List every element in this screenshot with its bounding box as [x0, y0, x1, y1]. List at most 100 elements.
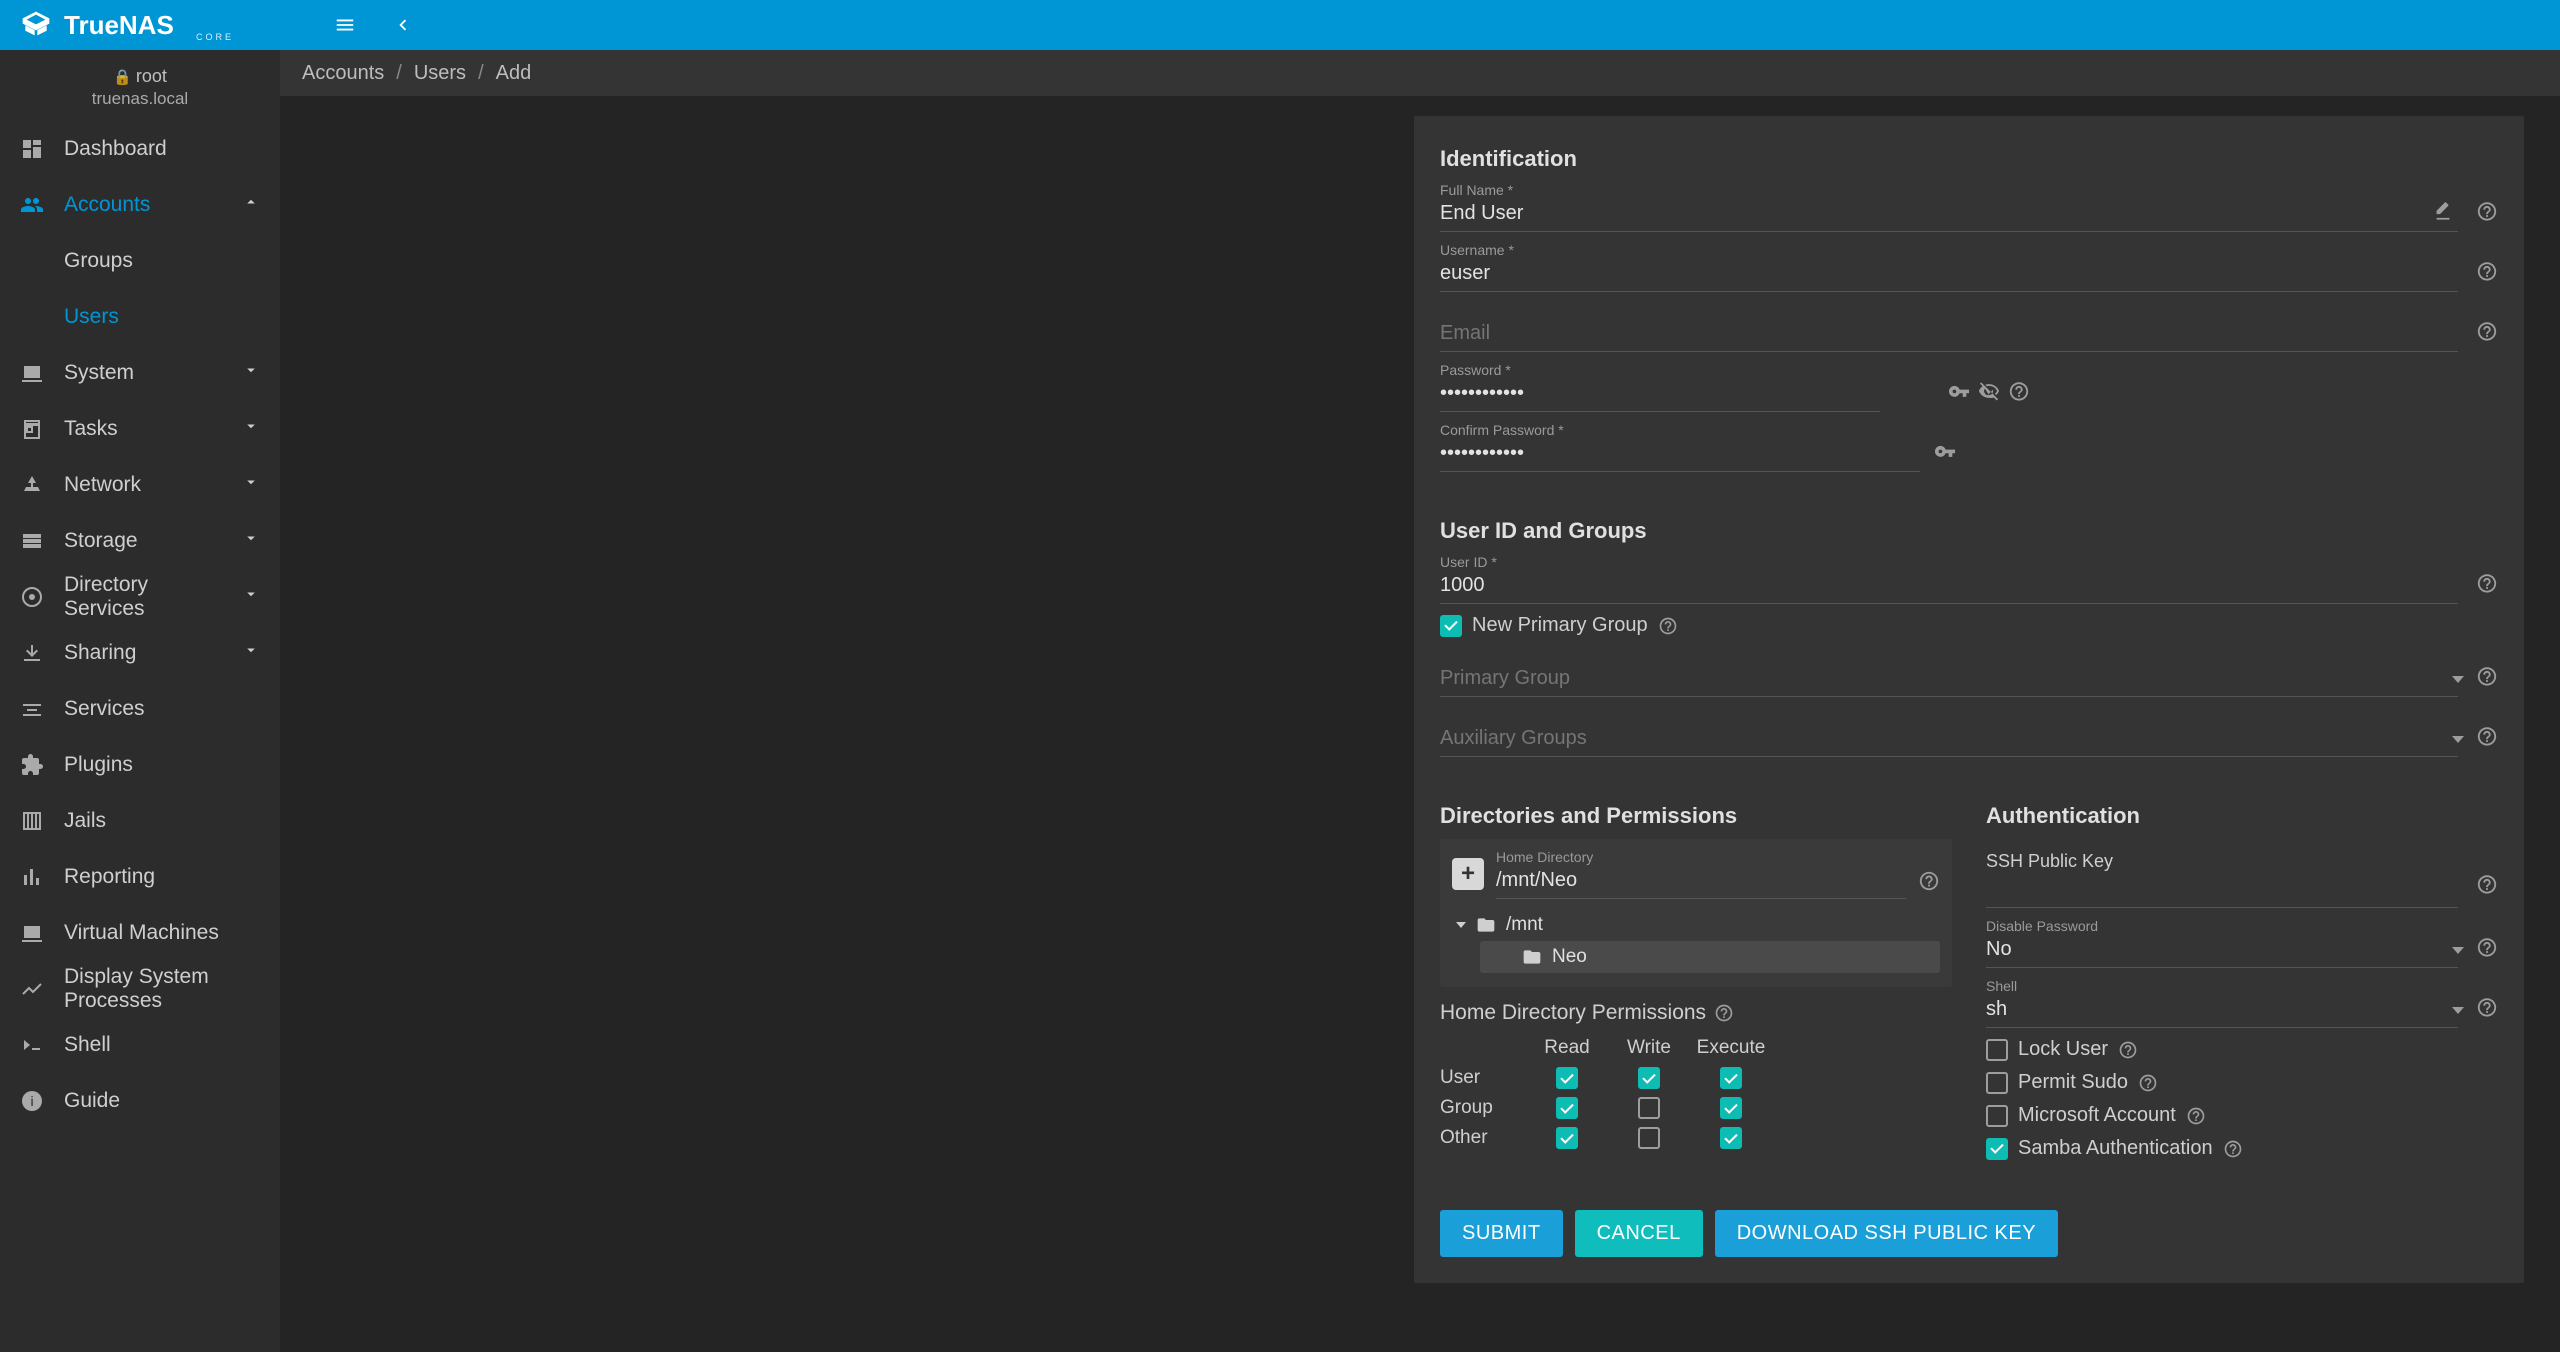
visibility-off-icon[interactable]	[1978, 380, 2000, 402]
chevron-down-icon[interactable]	[2452, 736, 2464, 743]
lock-user-checkbox[interactable]	[1986, 1039, 2008, 1061]
perm-user-read[interactable]	[1556, 1067, 1578, 1089]
sidebar-item-sharing[interactable]: Sharing	[0, 625, 280, 681]
perm-user-write[interactable]	[1638, 1067, 1660, 1089]
sidebar-item-label: Users	[64, 305, 119, 329]
help-icon[interactable]	[2476, 320, 2498, 342]
crumb-sep: /	[478, 62, 484, 85]
chevron-down-icon[interactable]	[2452, 1007, 2464, 1014]
sidebar-item-shell[interactable]: Shell	[0, 1017, 280, 1073]
aux-groups-select[interactable]	[1440, 725, 2458, 757]
sidebar-item-tasks[interactable]: Tasks	[0, 401, 280, 457]
ms-account-checkbox[interactable]	[1986, 1105, 2008, 1127]
sidebar-item-vms[interactable]: Virtual Machines	[0, 905, 280, 961]
tree-caret-icon[interactable]	[1456, 922, 1466, 928]
sidebar-item-services[interactable]: Services	[0, 681, 280, 737]
permit-sudo-label: Permit Sudo	[2018, 1071, 2128, 1094]
help-icon[interactable]	[2008, 380, 2030, 402]
perm-group-write[interactable]	[1638, 1097, 1660, 1119]
help-icon[interactable]	[2476, 665, 2498, 687]
breadcrumb: Accounts / Users / Add	[280, 50, 2560, 96]
sidebar-item-directory-services[interactable]: Directory Services	[0, 569, 280, 625]
help-icon[interactable]	[2476, 572, 2498, 594]
back-icon[interactable]	[388, 10, 418, 40]
full-name-input[interactable]	[1440, 200, 2458, 232]
samba-auth-label: Samba Authentication	[2018, 1137, 2213, 1160]
sidebar-item-jails[interactable]: Jails	[0, 793, 280, 849]
perm-other-exec[interactable]	[1720, 1127, 1742, 1149]
download-ssh-button[interactable]: DOWNLOAD SSH PUBLIC KEY	[1715, 1210, 2058, 1257]
help-icon[interactable]	[2476, 725, 2498, 747]
ssh-label: SSH Public Key	[1986, 851, 2458, 872]
sidebar-item-users[interactable]: Users	[0, 289, 280, 345]
password-label: Password *	[1440, 362, 1880, 378]
new-primary-group-checkbox[interactable]	[1440, 615, 1462, 637]
key-icon[interactable]	[1948, 380, 1970, 402]
create-dir-button[interactable]: +	[1452, 858, 1484, 890]
chevron-down-icon	[242, 417, 260, 441]
sidebar-item-label: Sharing	[64, 641, 136, 665]
sidebar-item-reporting[interactable]: Reporting	[0, 849, 280, 905]
permit-sudo-checkbox[interactable]	[1986, 1072, 2008, 1094]
cancel-button[interactable]: CANCEL	[1575, 1210, 1703, 1257]
help-icon[interactable]	[2476, 200, 2498, 222]
sidebar-item-plugins[interactable]: Plugins	[0, 737, 280, 793]
help-icon[interactable]	[2223, 1139, 2243, 1159]
help-icon[interactable]	[2476, 996, 2498, 1018]
edit-icon[interactable]	[2432, 200, 2454, 222]
username-label: Username *	[1440, 242, 2458, 258]
sidebar-item-guide[interactable]: i Guide	[0, 1073, 280, 1129]
sidebar-item-label: Tasks	[64, 417, 118, 441]
sidebar-item-label: Guide	[64, 1089, 120, 1113]
help-icon[interactable]	[2476, 873, 2498, 895]
disable-password-select[interactable]	[1986, 936, 2458, 968]
perm-user-exec[interactable]	[1720, 1067, 1742, 1089]
crumb-accounts[interactable]: Accounts	[302, 62, 384, 85]
perm-other-write[interactable]	[1638, 1127, 1660, 1149]
brand-edition: CORE	[196, 32, 234, 42]
shell-select[interactable]	[1986, 996, 2458, 1028]
password-input[interactable]	[1440, 380, 1880, 412]
sidebar-item-accounts[interactable]: Accounts	[0, 177, 280, 233]
help-icon[interactable]	[2476, 260, 2498, 282]
sidebar-item-system[interactable]: System	[0, 345, 280, 401]
crumb-users[interactable]: Users	[414, 62, 466, 85]
key-icon[interactable]	[1934, 440, 1956, 462]
help-icon[interactable]	[2138, 1073, 2158, 1093]
section-uid-groups: User ID and Groups	[1440, 518, 2498, 544]
sidebar-item-sysproc[interactable]: Display System Processes	[0, 961, 280, 1017]
username-input[interactable]	[1440, 260, 2458, 292]
perm-group-read[interactable]	[1556, 1097, 1578, 1119]
sidebar-item-network[interactable]: Network	[0, 457, 280, 513]
sidebar-item-storage[interactable]: Storage	[0, 513, 280, 569]
help-icon[interactable]	[1714, 1003, 1734, 1023]
tree-node-mnt[interactable]: /mnt	[1452, 909, 1940, 941]
sidebar-item-groups[interactable]: Groups	[0, 233, 280, 289]
email-input[interactable]	[1440, 320, 2458, 352]
home-dir-input[interactable]	[1496, 867, 1906, 899]
samba-auth-checkbox[interactable]	[1986, 1138, 2008, 1160]
confirm-password-input[interactable]	[1440, 440, 1920, 472]
tree-node-neo[interactable]: Neo	[1480, 941, 1940, 973]
help-icon[interactable]	[1918, 870, 1940, 892]
uid-input[interactable]	[1440, 572, 2458, 604]
perm-row-user: User	[1440, 1067, 1520, 1089]
help-icon[interactable]	[2118, 1040, 2138, 1060]
help-icon[interactable]	[1658, 616, 1678, 636]
chevron-down-icon	[242, 361, 260, 385]
perm-other-read[interactable]	[1556, 1127, 1578, 1149]
submit-button[interactable]: SUBMIT	[1440, 1210, 1563, 1257]
ssh-public-key-input[interactable]	[1986, 874, 2458, 908]
help-icon[interactable]	[2476, 936, 2498, 958]
crumb-add: Add	[496, 62, 532, 85]
perm-title: Home Directory Permissions	[1440, 1001, 1706, 1025]
menu-toggle-icon[interactable]	[330, 10, 360, 40]
sidebar-item-dashboard[interactable]: Dashboard	[0, 121, 280, 177]
perm-group-exec[interactable]	[1720, 1097, 1742, 1119]
main: Accounts / Users / Add Identification Fu…	[280, 50, 2560, 1352]
perm-hdr-exec: Execute	[1696, 1037, 1766, 1059]
section-dirperm: Directories and Permissions	[1440, 803, 1952, 829]
help-icon[interactable]	[2186, 1106, 2206, 1126]
chevron-down-icon[interactable]	[2452, 947, 2464, 954]
chevron-up-icon	[242, 193, 260, 217]
